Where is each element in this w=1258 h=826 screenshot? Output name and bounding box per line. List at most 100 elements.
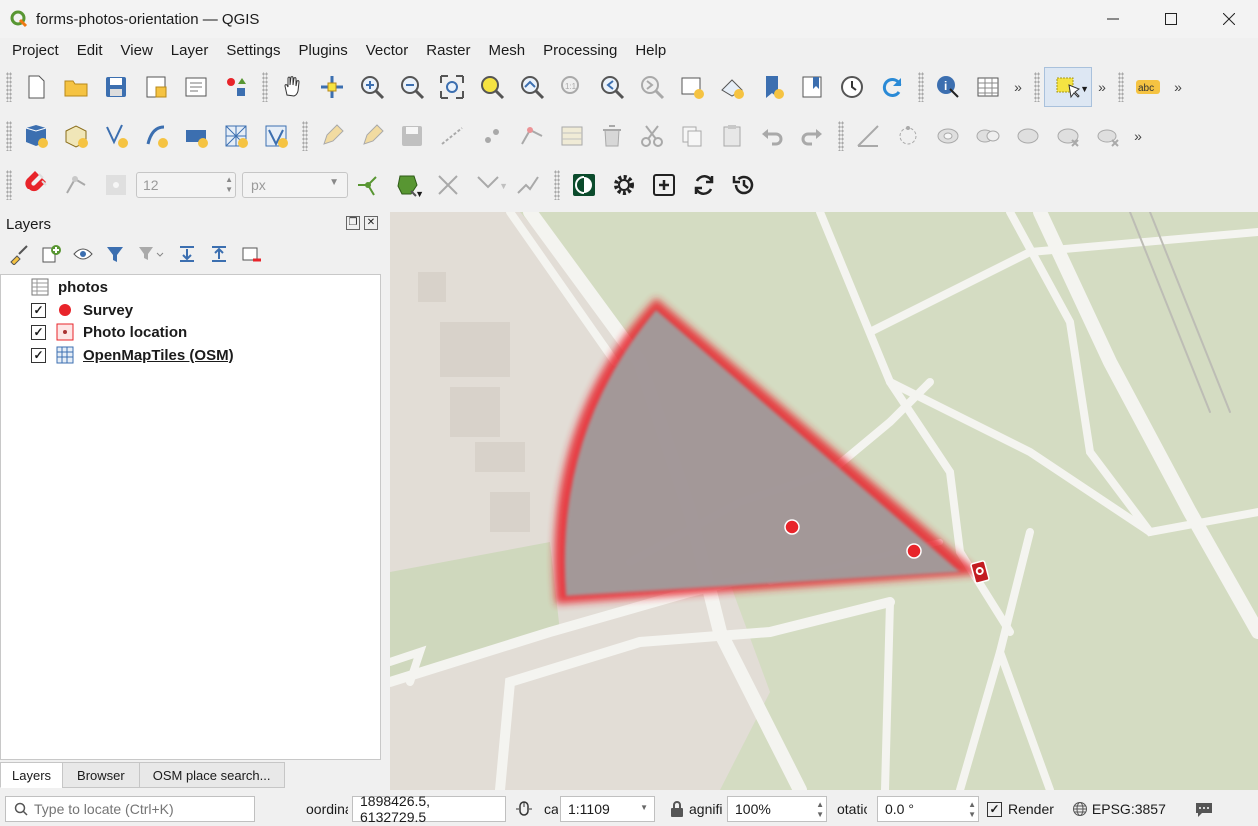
tab-browser[interactable]: Browser: [62, 762, 140, 788]
new-virtual-layer-button[interactable]: [256, 116, 296, 156]
select-features-button[interactable]: ▼: [1044, 67, 1092, 107]
float-panel-button[interactable]: ❐: [346, 216, 360, 230]
cut-features-button[interactable]: [632, 116, 672, 156]
self-snapping-button[interactable]: ▼: [468, 165, 508, 205]
avoid-overlap-button[interactable]: ▼: [388, 165, 428, 205]
pan-to-selection-button[interactable]: [312, 67, 352, 107]
menu-raster[interactable]: Raster: [420, 42, 476, 59]
label-toolbar-button[interactable]: abc: [1128, 67, 1168, 107]
new-map-view-button[interactable]: [672, 67, 712, 107]
new-3d-map-view-button[interactable]: [712, 67, 752, 107]
save-layer-edits-button[interactable]: [392, 116, 432, 156]
menu-edit[interactable]: Edit: [71, 42, 109, 59]
menu-mesh[interactable]: Mesh: [482, 42, 531, 59]
scale-select[interactable]: 1:1109 ▼: [560, 796, 655, 822]
tracing-button[interactable]: [508, 165, 548, 205]
filter-by-expression-button[interactable]: [134, 241, 168, 267]
toolbar-grip[interactable]: [838, 121, 844, 151]
layer-visibility-checkbox[interactable]: ✓: [31, 302, 46, 318]
menu-vector[interactable]: Vector: [360, 42, 415, 59]
locator-input[interactable]: [34, 801, 244, 817]
toolbar-grip[interactable]: [302, 121, 308, 151]
redo-button[interactable]: [792, 116, 832, 156]
spin-arrows-icon[interactable]: ▲ ▼: [225, 175, 233, 195]
paste-features-button[interactable]: [712, 116, 752, 156]
render-checkbox[interactable]: ✓: [987, 801, 1002, 817]
zoom-next-button[interactable]: [632, 67, 672, 107]
map-render[interactable]: [390, 212, 1258, 790]
show-bookmarks-button[interactable]: [792, 67, 832, 107]
menu-project[interactable]: Project: [6, 42, 65, 59]
copy-features-button[interactable]: [672, 116, 712, 156]
fill-ring-button[interactable]: [1008, 116, 1048, 156]
new-spatialite-layer-button[interactable]: [136, 116, 176, 156]
toggle-editing-button[interactable]: [352, 116, 392, 156]
toolbar-grip[interactable]: [262, 72, 268, 102]
filter-legend-button[interactable]: [102, 241, 128, 267]
plugin-create-project-button[interactable]: [644, 165, 684, 205]
add-part-button[interactable]: [968, 116, 1008, 156]
toolbar-overflow-chevron[interactable]: »: [1008, 67, 1028, 107]
new-mesh-layer-button[interactable]: [216, 116, 256, 156]
tab-layers[interactable]: Layers: [0, 762, 64, 788]
save-project-button[interactable]: [96, 67, 136, 107]
undo-button[interactable]: [752, 116, 792, 156]
snapping-layers-button[interactable]: [56, 165, 96, 205]
close-panel-button[interactable]: ✕: [364, 216, 378, 230]
toolbar-grip[interactable]: [1034, 72, 1040, 102]
maximize-button[interactable]: [1142, 0, 1200, 38]
topological-editing-button[interactable]: [348, 165, 388, 205]
vertex-tool-button[interactable]: [512, 116, 552, 156]
new-geopackage-layer-button[interactable]: [56, 116, 96, 156]
layer-item-survey[interactable]: ✓ Survey: [31, 299, 133, 321]
expand-all-button[interactable]: [174, 241, 200, 267]
layer-visibility-checkbox[interactable]: ✓: [31, 324, 46, 340]
zoom-in-button[interactable]: [352, 67, 392, 107]
locator-bar[interactable]: [5, 796, 255, 822]
new-print-layout-button[interactable]: [136, 67, 176, 107]
new-temporary-layer-button[interactable]: [176, 116, 216, 156]
menu-settings[interactable]: Settings: [220, 42, 286, 59]
plugin-sync-button[interactable]: [684, 165, 724, 205]
plugin-history-button[interactable]: [724, 165, 764, 205]
menu-processing[interactable]: Processing: [537, 42, 623, 59]
style-manager-button[interactable]: [216, 67, 256, 107]
temporal-controller-button[interactable]: [832, 67, 872, 107]
tab-osm-place-search[interactable]: OSM place search...: [138, 762, 285, 788]
identify-features-button[interactable]: i: [928, 67, 968, 107]
toolbar-grip[interactable]: [554, 170, 560, 200]
toolbar-grip[interactable]: [6, 72, 12, 102]
minimize-button[interactable]: [1084, 0, 1142, 38]
snapping-type-button[interactable]: [96, 165, 136, 205]
attributes-toolbar-button[interactable]: [968, 67, 1008, 107]
open-project-button[interactable]: [56, 67, 96, 107]
magnifier-spinbox[interactable]: 100% ▲ ▼: [727, 796, 827, 822]
delete-ring-button[interactable]: [1048, 116, 1088, 156]
menu-plugins[interactable]: Plugins: [293, 42, 354, 59]
advanced-digitizing-button[interactable]: [848, 116, 888, 156]
layer-item-photo-location[interactable]: ✓ Photo location: [31, 321, 187, 343]
lock-scale-button[interactable]: [669, 800, 687, 818]
pan-map-button[interactable]: [272, 67, 312, 107]
snapping-intersection-button[interactable]: [428, 165, 468, 205]
shape-digitizing-button[interactable]: [888, 116, 928, 156]
add-ring-button[interactable]: [928, 116, 968, 156]
add-point-feature-button[interactable]: [472, 116, 512, 156]
zoom-full-button[interactable]: [432, 67, 472, 107]
delete-selected-button[interactable]: [592, 116, 632, 156]
survey-point[interactable]: [906, 543, 922, 559]
zoom-to-layer-button[interactable]: [512, 67, 552, 107]
messages-button[interactable]: [1194, 800, 1214, 818]
spin-arrows-icon[interactable]: ▲ ▼: [816, 800, 824, 820]
snapping-tolerance-spinbox[interactable]: 12 ▲ ▼: [136, 172, 236, 198]
survey-point[interactable]: [784, 519, 800, 535]
remove-layer-button[interactable]: [238, 241, 264, 267]
rotation-spinbox[interactable]: 0.0 ° ▲ ▼: [877, 796, 979, 822]
add-group-button[interactable]: [38, 241, 64, 267]
toolbar-overflow-chevron[interactable]: »: [1092, 67, 1112, 107]
zoom-to-selection-button[interactable]: [472, 67, 512, 107]
open-layer-styling-button[interactable]: [6, 241, 32, 267]
menu-view[interactable]: View: [115, 42, 159, 59]
layer-item-openmaptiles[interactable]: ✓ OpenMapTiles (OSM): [31, 344, 234, 366]
spin-arrows-icon[interactable]: ▲ ▼: [968, 800, 976, 820]
